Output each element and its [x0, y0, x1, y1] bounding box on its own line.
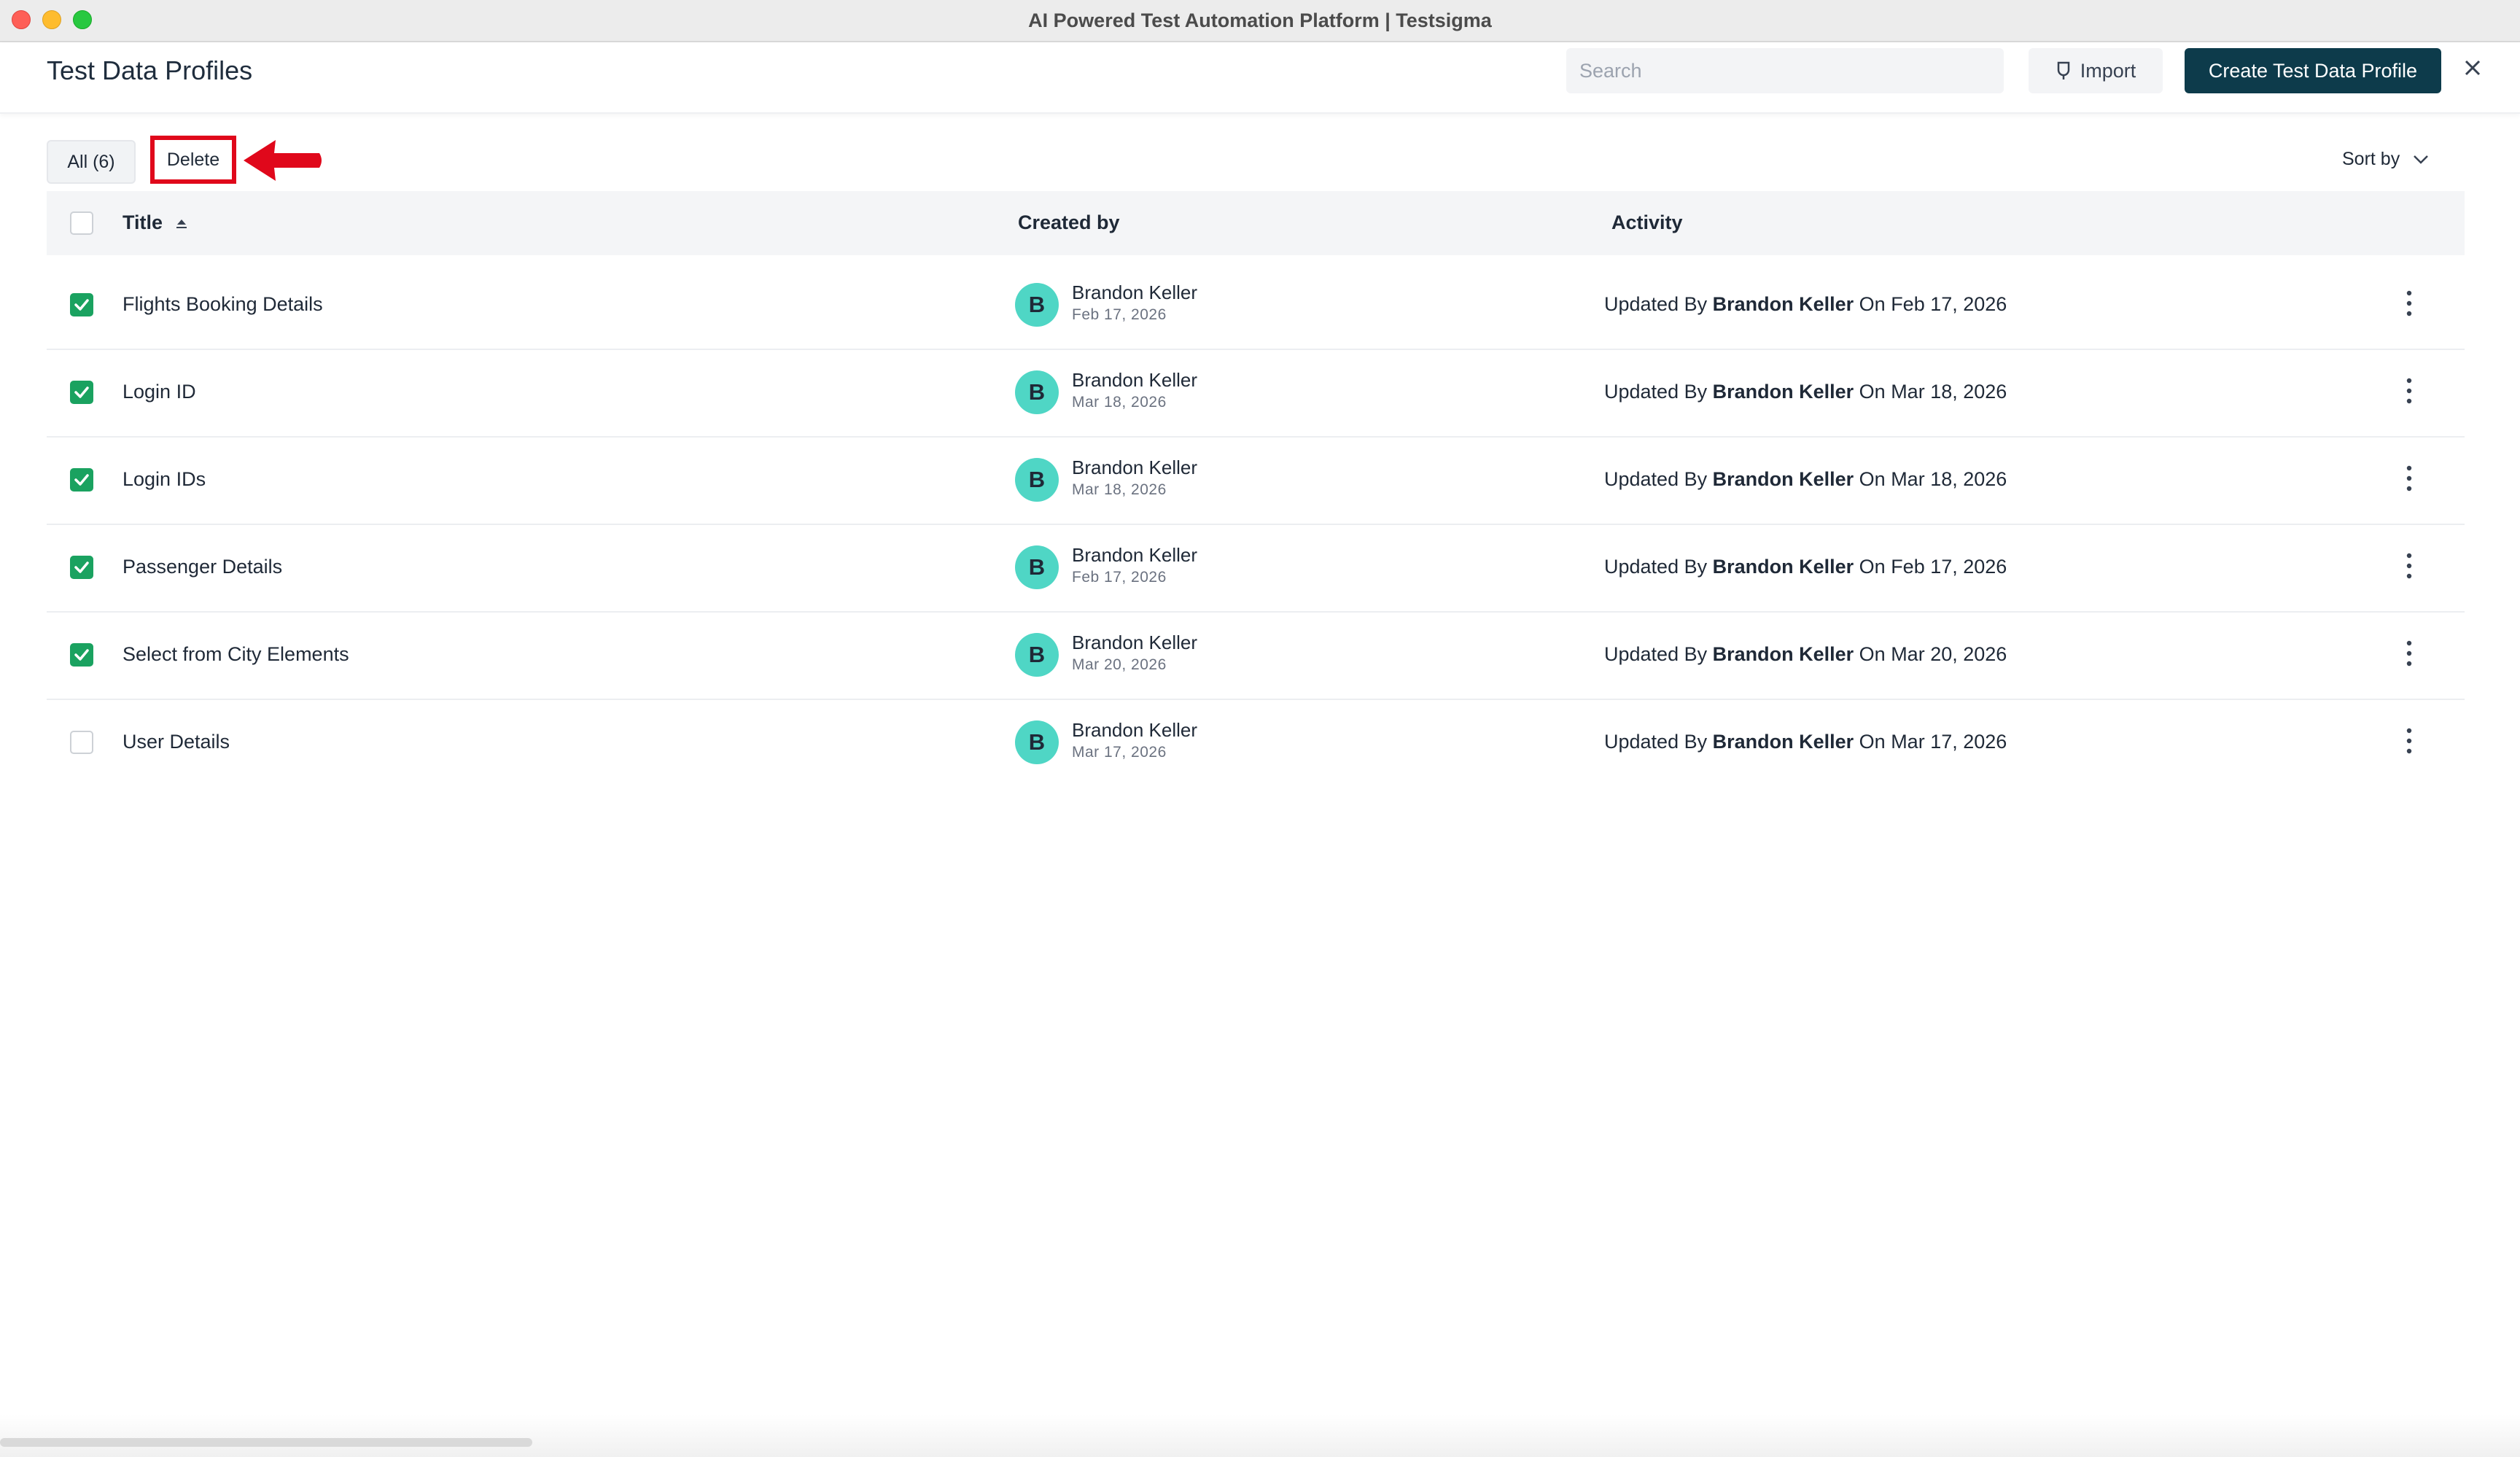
kebab-menu-icon[interactable]: [2402, 639, 2416, 668]
avatar: B: [1015, 720, 1059, 764]
create-label: Create Test Data Profile: [2208, 59, 2418, 82]
row-title[interactable]: Passenger Details: [122, 556, 282, 578]
table-row[interactable]: Passenger Details B Brandon Keller Feb 1…: [47, 524, 2465, 613]
sort-by-dropdown[interactable]: Sort by: [2342, 149, 2429, 170]
kebab-menu-icon[interactable]: [2402, 726, 2416, 755]
row-checkbox-checked[interactable]: [70, 556, 93, 579]
avatar: B: [1015, 283, 1059, 327]
table-row[interactable]: Flights Booking Details B Brandon Keller…: [47, 261, 2465, 350]
window-title: AI Powered Test Automation Platform | Te…: [1028, 9, 1492, 31]
row-checkbox-checked[interactable]: [70, 381, 93, 404]
created-date: Mar 18, 2026: [1072, 481, 1167, 498]
page-header: Test Data Profiles Import Create Test Da…: [0, 42, 2520, 114]
sort-asc-icon: [176, 219, 187, 228]
row-title[interactable]: Login IDs: [122, 468, 206, 491]
create-test-data-profile-button[interactable]: Create Test Data Profile: [2185, 48, 2441, 93]
delete-button[interactable]: Delete: [150, 136, 236, 184]
close-icon[interactable]: [2460, 55, 2485, 80]
minimize-window-button[interactable]: [42, 10, 61, 29]
checkmark-icon: [74, 386, 89, 398]
created-date: Mar 18, 2026: [1072, 394, 1167, 411]
kebab-menu-icon[interactable]: [2402, 289, 2416, 318]
row-title[interactable]: Flights Booking Details: [122, 293, 323, 316]
checkmark-icon: [74, 474, 89, 486]
row-checkbox-checked[interactable]: [70, 293, 93, 316]
table-header: Title Created by Activity: [47, 191, 2465, 255]
checkmark-icon: [74, 299, 89, 311]
created-date: Feb 17, 2026: [1072, 306, 1167, 323]
column-created-by: Created by: [1018, 211, 1120, 233]
activity-text: Updated By Brandon Keller On Mar 17, 202…: [1604, 731, 2007, 753]
avatar: B: [1015, 633, 1059, 677]
creator-name: Brandon Keller: [1072, 544, 1197, 566]
created-date: Mar 20, 2026: [1072, 656, 1167, 673]
creator-name: Brandon Keller: [1072, 632, 1197, 653]
activity-text: Updated By Brandon Keller On Mar 18, 202…: [1604, 468, 2007, 490]
row-checkbox-checked[interactable]: [70, 643, 93, 667]
avatar: B: [1015, 458, 1059, 502]
activity-text: Updated By Brandon Keller On Mar 20, 202…: [1604, 643, 2007, 665]
row-title[interactable]: Login ID: [122, 381, 196, 403]
window-titlebar: AI Powered Test Automation Platform | Te…: [0, 0, 2520, 42]
kebab-menu-icon[interactable]: [2402, 376, 2416, 405]
chevron-down-icon: [2414, 155, 2429, 164]
select-all-checkbox[interactable]: [70, 211, 93, 235]
created-date: Mar 17, 2026: [1072, 744, 1167, 761]
column-activity: Activity: [1611, 211, 1683, 233]
created-date: Feb 17, 2026: [1072, 569, 1167, 586]
row-checkbox[interactable]: [70, 731, 93, 754]
creator-name: Brandon Keller: [1072, 369, 1197, 391]
maximize-window-button[interactable]: [73, 10, 92, 29]
table-row[interactable]: User Details B Brandon Keller Mar 17, 20…: [47, 699, 2465, 786]
column-title[interactable]: Title: [122, 211, 189, 234]
filter-all-button[interactable]: All (6): [47, 140, 136, 184]
activity-text: Updated By Brandon Keller On Feb 17, 202…: [1604, 293, 2007, 315]
creator-name: Brandon Keller: [1072, 456, 1197, 478]
kebab-menu-icon[interactable]: [2402, 464, 2416, 493]
close-window-button[interactable]: [12, 10, 31, 29]
row-title[interactable]: Select from City Elements: [122, 643, 349, 666]
activity-text: Updated By Brandon Keller On Feb 17, 202…: [1604, 556, 2007, 578]
table-row[interactable]: Login ID B Brandon Keller Mar 18, 2026 U…: [47, 349, 2465, 438]
row-checkbox-checked[interactable]: [70, 468, 93, 492]
delete-label: Delete: [166, 149, 220, 170]
checkmark-icon: [74, 562, 89, 573]
creator-name: Brandon Keller: [1072, 281, 1197, 303]
import-icon: [2057, 61, 2069, 79]
row-title[interactable]: User Details: [122, 731, 230, 753]
checkmark-icon: [74, 649, 89, 661]
sort-by-label: Sort by: [2342, 149, 2400, 169]
kebab-menu-icon[interactable]: [2402, 551, 2416, 580]
avatar: B: [1015, 545, 1059, 589]
page-title: Test Data Profiles: [47, 55, 253, 85]
activity-text: Updated By Brandon Keller On Mar 18, 202…: [1604, 381, 2007, 403]
table-row[interactable]: Select from City Elements B Brandon Kell…: [47, 611, 2465, 700]
avatar: B: [1015, 370, 1059, 414]
search-input[interactable]: [1566, 48, 2004, 93]
bottom-shadow: [0, 1415, 2520, 1457]
arrow-annotation: [244, 140, 322, 181]
horizontal-scrollbar[interactable]: [0, 1438, 532, 1447]
table-row[interactable]: Login IDs B Brandon Keller Mar 18, 2026 …: [47, 436, 2465, 525]
import-label: Import: [2080, 59, 2136, 82]
window-controls: [12, 10, 92, 29]
filter-all-label: All (6): [67, 151, 115, 172]
creator-name: Brandon Keller: [1072, 719, 1197, 741]
import-button[interactable]: Import: [2029, 48, 2163, 93]
